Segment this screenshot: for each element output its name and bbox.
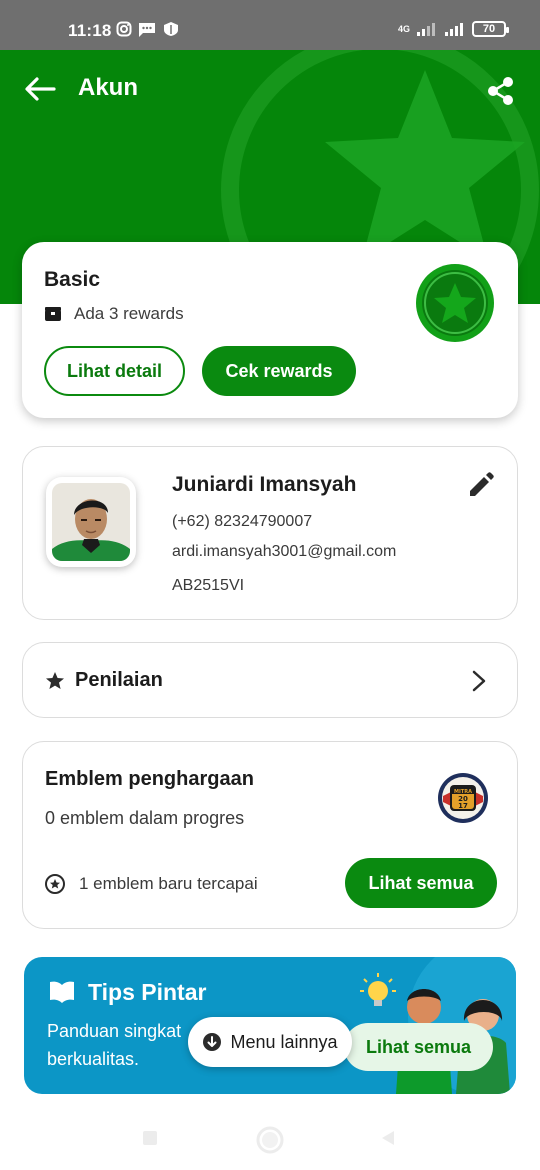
check-rewards-button[interactable]: Cek rewards <box>202 346 356 396</box>
profile-email: ardi.imansyah3001@gmail.com <box>172 543 397 560</box>
book-icon <box>50 981 74 1003</box>
notification-icons <box>116 21 180 37</box>
page-title: Akun <box>78 74 138 101</box>
back-arrow-icon[interactable] <box>22 74 58 104</box>
emblem-card: Emblem penghargaan 0 emblem dalam progre… <box>22 741 518 929</box>
share-icon[interactable] <box>484 74 518 108</box>
rewards-info: Ada 3 rewards <box>44 304 184 324</box>
view-detail-button[interactable]: Lihat detail <box>44 346 185 396</box>
shield-app-icon <box>164 22 178 36</box>
system-navigation-bar <box>0 1110 540 1170</box>
tips-view-all-button[interactable]: Lihat semua <box>344 1023 493 1071</box>
profile-name: Juniardi Imansyah <box>172 473 357 496</box>
tips-title: Tips Pintar <box>88 979 207 1005</box>
emblem-achieved-text: 1 emblem baru tercapai <box>79 874 258 893</box>
rating-row[interactable]: Penilaian <box>22 642 518 718</box>
driver-id: AB2515VI <box>172 577 245 594</box>
avatar[interactable] <box>46 477 136 567</box>
home-icon[interactable] <box>256 1126 284 1154</box>
emblem-badge-year-2: 17 <box>458 802 468 810</box>
more-menu-label: Menu lainnya <box>230 1031 338 1052</box>
mitra-emblem-icon: MITRA 20 17 <box>438 773 488 823</box>
signal-icon-2 <box>445 23 463 36</box>
tier-star-badge-icon <box>416 264 494 342</box>
system-icons: 4G 70 <box>397 21 509 37</box>
chevron-right-icon <box>472 670 486 692</box>
emblem-achieved: 1 emblem baru tercapai <box>45 874 258 894</box>
star-icon <box>46 672 64 689</box>
back-nav-icon[interactable] <box>378 1128 398 1148</box>
signal-icon <box>417 23 435 36</box>
profile-phone: (+62) 82324790007 <box>172 513 313 530</box>
tips-description: Panduan singkat berkualitas. <box>47 1021 182 1069</box>
profile-card: Juniardi Imansyah (+62) 82324790007 ardi… <box>22 446 518 620</box>
message-icon <box>139 23 155 37</box>
emblem-progress: 0 emblem dalam progres <box>45 808 245 828</box>
more-menu-button[interactable]: Menu lainnya <box>188 1017 352 1067</box>
rating-label: Penilaian <box>75 669 163 691</box>
tier-card: Basic Ada 3 rewards Lihat detail Cek rew… <box>22 242 518 418</box>
tier-name: Basic <box>44 268 101 291</box>
view-all-emblems-button[interactable]: Lihat semua <box>345 858 497 908</box>
star-circle-icon <box>45 874 65 894</box>
network-type: 4G <box>397 23 410 34</box>
instagram-icon <box>116 21 132 37</box>
emblem-title: Emblem penghargaan <box>45 768 254 790</box>
status-bar: 11:18 4G 70 <box>0 0 540 50</box>
recent-apps-icon[interactable] <box>140 1128 160 1148</box>
rewards-count: Ada 3 rewards <box>74 304 184 323</box>
arrow-down-circle-icon <box>203 1033 222 1051</box>
edit-pencil-icon[interactable] <box>467 471 495 499</box>
battery-icon: 70 <box>472 21 509 37</box>
status-time: 11:18 <box>68 21 112 40</box>
profile-photo <box>52 483 130 561</box>
gift-box-icon <box>45 307 61 321</box>
